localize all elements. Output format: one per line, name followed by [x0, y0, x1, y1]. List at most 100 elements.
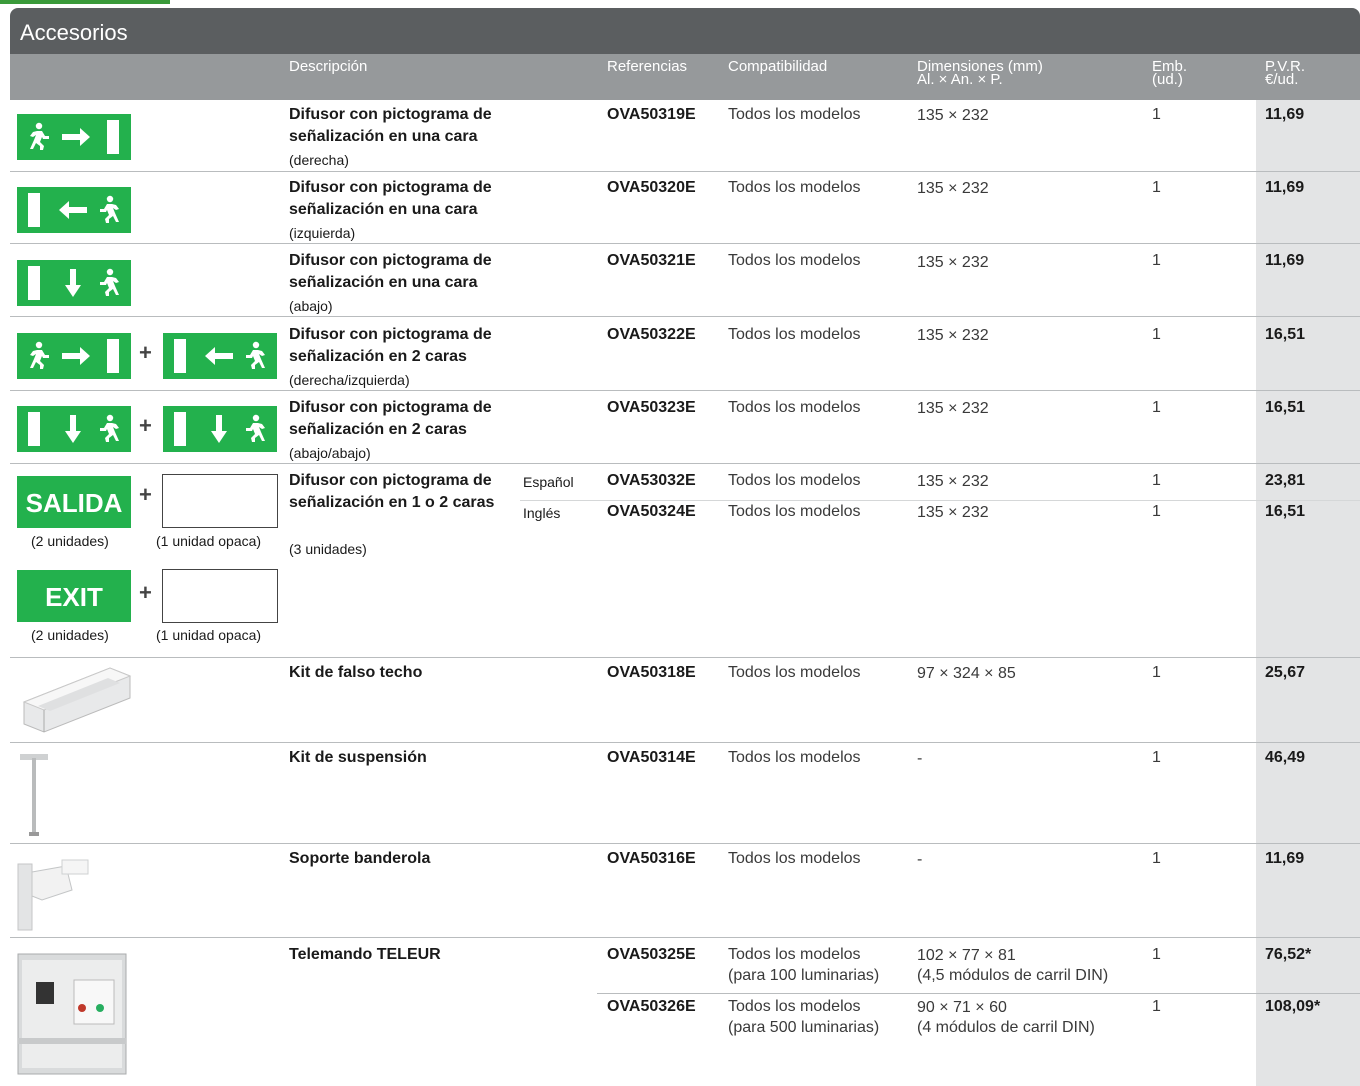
row-separator — [10, 463, 1360, 464]
row5-sub: (abajo/abajo) — [289, 445, 371, 461]
row8-dim: - — [917, 750, 923, 767]
exit-sign-right-icon — [17, 333, 131, 379]
row6-lang-es: Español — [523, 474, 574, 490]
exit-sign: EXIT — [17, 570, 131, 622]
row6-price-en: 16,51 — [1265, 503, 1306, 520]
row9-dim: - — [917, 851, 923, 868]
exit-sign-left-icon — [17, 187, 131, 233]
plus-icon: + — [139, 482, 152, 507]
header-emb: Emb. (ud.) — [1152, 59, 1187, 88]
row4-emb: 1 — [1152, 326, 1161, 343]
row6-compat-es: Todos los modelos — [728, 472, 861, 489]
row10-emb-2: 1 — [1152, 998, 1161, 1015]
row6-sub: (3 unidades) — [289, 541, 367, 557]
row9-price: 11,69 — [1265, 850, 1305, 867]
row-separator — [10, 937, 1360, 938]
header-dimensiones: Dimensiones (mm) Al. × An. × P. — [917, 59, 1043, 87]
false-ceiling-kit-image — [22, 667, 132, 733]
row-separator — [10, 390, 1360, 391]
row4-sub: (derecha/izquierda) — [289, 372, 410, 388]
row5-dim: 135 × 232 — [917, 400, 989, 417]
flag-bracket-image — [17, 859, 89, 931]
header-pvr: P.V.R. €/ud. — [1265, 59, 1305, 87]
header-referencias: Referencias — [607, 58, 688, 75]
row9-emb: 1 — [1152, 850, 1161, 867]
row2-description: Difusor con pictograma de señalización e… — [289, 179, 492, 218]
header-emb-line2: (ud.) — [1152, 71, 1183, 88]
row10-emb-1: 1 — [1152, 946, 1161, 963]
row5-emb: 1 — [1152, 399, 1161, 416]
opaque-diffuser — [162, 474, 278, 528]
row10-price-1: 76,52* — [1265, 946, 1312, 963]
row9-ref: OVA50316E — [607, 850, 696, 867]
exit-sign-left-icon — [163, 333, 277, 379]
row8-price: 46,49 — [1265, 749, 1306, 766]
row2-ref: OVA50320E — [607, 179, 696, 196]
row3-description: Difusor con pictograma de señalización e… — [289, 252, 492, 291]
row10-compat-2b: (para 500 luminarias) — [728, 1019, 880, 1036]
plus-icon: + — [139, 580, 152, 605]
row5-description: Difusor con pictograma de señalización e… — [289, 399, 492, 438]
row1-compat: Todos los modelos — [728, 106, 861, 123]
row2-sub: (izquierda) — [289, 225, 356, 241]
row8-ref: OVA50314E — [607, 749, 696, 766]
row1-dim: 135 × 232 — [917, 107, 989, 124]
row6-emb-en: 1 — [1152, 503, 1161, 520]
section-title: Accesorios — [20, 20, 128, 45]
row10-dim-2a: 90 × 71 × 60 — [917, 999, 1007, 1016]
row7-ref: OVA50318E — [607, 664, 696, 681]
row6-compat-en: Todos los modelos — [728, 503, 861, 520]
row10-ref-1: OVA50325E — [607, 946, 696, 963]
header-compatibilidad: Compatibilidad — [728, 58, 828, 75]
row1-price: 11,69 — [1265, 106, 1305, 123]
row4-dim: 135 × 232 — [917, 327, 989, 344]
row10-dim-2b: (4 módulos de carril DIN) — [917, 1019, 1095, 1036]
row1-description: Difusor con pictograma de señalización e… — [289, 106, 492, 145]
row6-ref-en: OVA50324E — [607, 503, 696, 520]
row-separator — [597, 993, 1360, 994]
row10-compat-1b: (para 100 luminarias) — [728, 967, 880, 984]
row7-dim: 97 × 324 × 85 — [917, 665, 1016, 682]
row9-description: Soporte banderola — [289, 850, 431, 867]
row1-emb: 1 — [1152, 106, 1161, 123]
row10-compat-2a: Todos los modelos — [728, 998, 861, 1015]
row3-compat: Todos los modelos — [728, 252, 861, 269]
plus-icon: + — [139, 340, 152, 365]
price-column-bg — [1256, 100, 1360, 1086]
row9-compat: Todos los modelos — [728, 850, 861, 867]
table-header: Descripción Referencias Compatibilidad D… — [10, 54, 1360, 100]
row1-sub: (derecha) — [289, 152, 349, 168]
row3-dim: 135 × 232 — [917, 254, 989, 271]
row7-emb: 1 — [1152, 664, 1161, 681]
row-separator — [10, 843, 1360, 844]
row10-dim-1a: 102 × 77 × 81 — [917, 947, 1016, 964]
row7-compat: Todos los modelos — [728, 664, 861, 681]
row7-price: 25,67 — [1265, 664, 1306, 681]
row10-compat-1a: Todos los modelos — [728, 946, 861, 963]
row8-emb: 1 — [1152, 749, 1161, 766]
row4-ref: OVA50322E — [607, 326, 696, 343]
exit-sign-down-icon — [17, 406, 131, 452]
row7-description: Kit de falso techo — [289, 664, 423, 681]
row-separator — [10, 657, 1360, 658]
row6-dim-es: 135 × 232 — [917, 473, 989, 490]
row2-compat: Todos los modelos — [728, 179, 861, 196]
caption-opaque: (1 unidad opaca) — [156, 627, 262, 643]
row10-dim-1b: (4,5 módulos de carril DIN) — [917, 967, 1109, 984]
header-descripcion: Descripción — [289, 58, 368, 75]
row3-price: 11,69 — [1265, 252, 1305, 269]
row2-price: 11,69 — [1265, 179, 1305, 196]
row3-ref: OVA50321E — [607, 252, 696, 269]
row2-dim: 135 × 232 — [917, 180, 989, 197]
row5-price: 16,51 — [1265, 399, 1306, 416]
exit-sign-down-icon — [163, 406, 277, 452]
row8-description: Kit de suspensión — [289, 749, 427, 766]
row6-lang-en: Inglés — [523, 505, 561, 521]
exit-sign-down-icon — [17, 260, 131, 306]
caption-opaque: (1 unidad opaca) — [156, 533, 262, 549]
plus-icon: + — [139, 413, 152, 438]
row-separator — [10, 243, 1360, 244]
teleur-remote-control-image — [17, 953, 127, 1075]
salida-sign: SALIDA — [17, 476, 131, 528]
row-separator — [10, 171, 1360, 172]
